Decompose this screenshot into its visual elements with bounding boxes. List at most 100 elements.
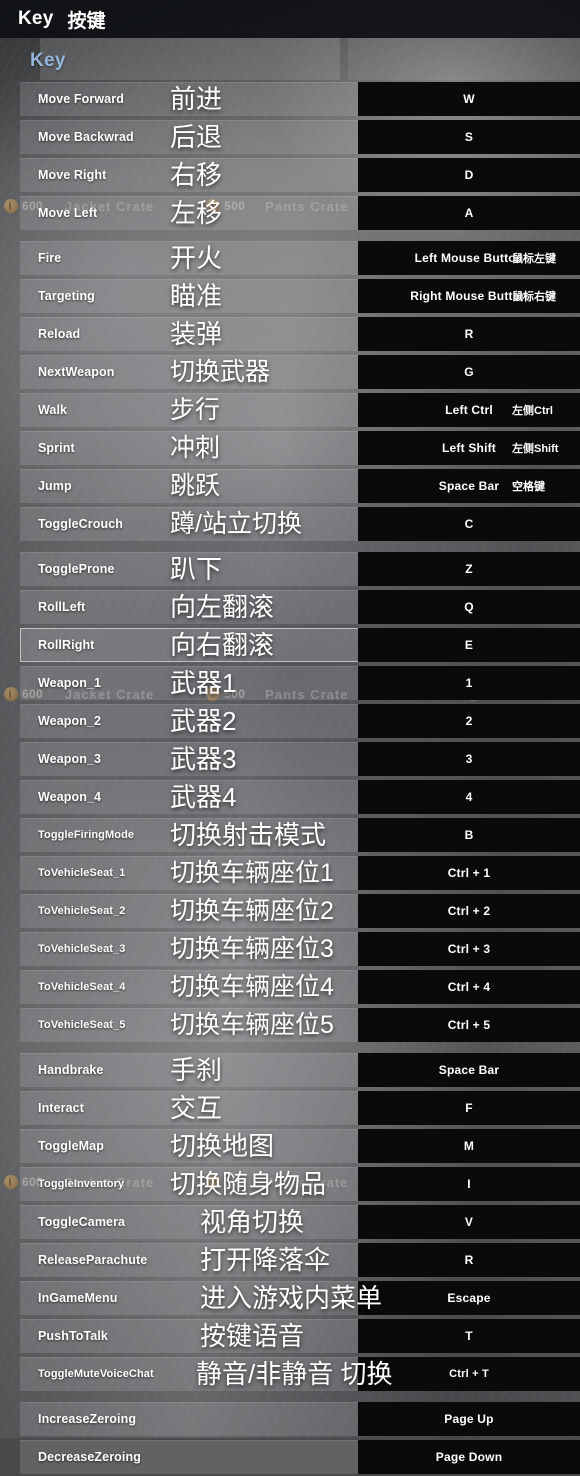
key-binding-row[interactable]: PushToTalk 按键语音 T xyxy=(0,1317,580,1355)
key-assignment-button[interactable]: Page Down xyxy=(358,1440,580,1474)
key-binding-row[interactable]: ToVehicleSeat_2 切换车辆座位2 Ctrl + 2 xyxy=(0,892,580,930)
key-binding-row[interactable]: ToggleInventory 切换随身物品 I xyxy=(0,1165,580,1203)
key-bindings-panel: Key Move Forward 前进 W Move Backwrad 后退 S Move … xyxy=(0,38,580,1474)
key-binding-row[interactable]: ToVehicleSeat_3 切换车辆座位3 Ctrl + 3 xyxy=(0,930,580,968)
key-binding-row[interactable]: Handbrake 手刹 Space Bar xyxy=(0,1051,580,1089)
key-assignment-button[interactable]: Escape xyxy=(358,1281,580,1315)
group-separator xyxy=(0,1393,580,1400)
key-binding-row[interactable]: Move Forward 前进 W xyxy=(0,80,580,118)
key-assignment-button[interactable]: B xyxy=(358,818,580,852)
key-binding-row[interactable]: InGameMenu 进入游戏内菜单 Escape xyxy=(0,1279,580,1317)
action-label: ToVehicleSeat_4 xyxy=(38,981,126,993)
translation-overlay: 手刹 xyxy=(170,1055,223,1085)
key-assignment-button[interactable]: Ctrl + 1 xyxy=(358,856,580,890)
key-binding-row[interactable]: Reload 装弹 R xyxy=(0,315,580,353)
key-binding-row[interactable]: ToggleMuteVoiceChat 静音/非静音 切换 Ctrl + T xyxy=(0,1355,580,1393)
key-binding-row[interactable]: ReleaseParachute 打开降落伞 R xyxy=(0,1241,580,1279)
key-binding-row[interactable]: ToggleProne 趴下 Z xyxy=(0,550,580,588)
translation-overlay: 切换地图 xyxy=(170,1131,275,1161)
key-binding-row[interactable]: ToggleCrouch 蹲/站立切换 C xyxy=(0,505,580,543)
key-binding-row[interactable]: Weapon_2 武器2 2 xyxy=(0,702,580,740)
key-assignment-button[interactable]: Page Up xyxy=(358,1402,580,1436)
key-binding-row[interactable]: Weapon_1 武器1 1 xyxy=(0,664,580,702)
key-assignment-button[interactable]: Ctrl + 3 xyxy=(358,932,580,966)
action-label: Move Forward xyxy=(38,92,124,106)
key-binding-row[interactable]: IncreaseZeroing Page Up xyxy=(0,1400,580,1438)
key-label: Ctrl + 4 xyxy=(447,980,491,994)
key-label: G xyxy=(464,365,474,379)
key-binding-row[interactable]: ToggleFiringMode 切换射击模式 B xyxy=(0,816,580,854)
key-translation-overlay: 鼠标左键 xyxy=(512,253,556,265)
key-assignment-button[interactable]: 3 xyxy=(358,742,580,776)
key-binding-row[interactable]: Fire 开火 Left Mouse Button 鼠标左键 xyxy=(0,239,580,277)
key-assignment-button[interactable]: S xyxy=(358,120,580,154)
action-label: ToggleCamera xyxy=(38,1215,126,1229)
key-binding-row[interactable]: DecreaseZeroing Page Down xyxy=(0,1438,580,1476)
key-assignment-button[interactable]: 2 xyxy=(358,704,580,738)
translation-overlay: 跳跃 xyxy=(170,471,221,500)
key-binding-row[interactable]: Targeting 瞄准 Right Mouse Button 鼠标右键 xyxy=(0,277,580,315)
key-assignment-button[interactable]: I xyxy=(358,1167,580,1201)
key-assignment-button[interactable]: Q xyxy=(358,590,580,624)
key-binding-row[interactable]: ToVehicleSeat_1 切换车辆座位1 Ctrl + 1 xyxy=(0,854,580,892)
key-assignment-button[interactable]: A xyxy=(358,196,580,230)
key-label: W xyxy=(463,92,475,106)
key-assignment-button[interactable]: G xyxy=(358,355,580,389)
key-assignment-button[interactable]: T xyxy=(358,1319,580,1353)
action-label: RollLeft xyxy=(38,600,86,614)
key-binding-row[interactable]: ToggleCamera 视角切换 V xyxy=(0,1203,580,1241)
key-assignment-button[interactable]: Space Bar xyxy=(358,1053,580,1087)
key-assignment-button[interactable]: 1 xyxy=(358,666,580,700)
translation-overlay: 向左翻滚 xyxy=(170,592,275,622)
key-assignment-button[interactable]: D xyxy=(358,158,580,192)
key-binding-row[interactable]: Weapon_4 武器4 4 xyxy=(0,778,580,816)
key-assignment-button[interactable]: F xyxy=(358,1091,580,1125)
key-binding-row[interactable]: RollRight 向右翻滚 E xyxy=(0,626,580,664)
translation-overlay: 切换车辆座位3 xyxy=(170,934,334,963)
translation-overlay: 后退 xyxy=(170,122,223,152)
translation-overlay: 静音/非静音 切换 xyxy=(196,1359,393,1389)
key-assignment-button[interactable]: Ctrl + 2 xyxy=(358,894,580,928)
key-assignment-button[interactable]: C xyxy=(358,507,580,541)
key-assignment-button[interactable]: 4 xyxy=(358,780,580,814)
key-label: I xyxy=(467,1177,471,1191)
key-assignment-button[interactable]: Ctrl + 5 xyxy=(358,1008,580,1042)
key-binding-row[interactable]: ToVehicleSeat_5 切换车辆座位5 Ctrl + 5 xyxy=(0,1006,580,1044)
key-assignment-button[interactable]: E xyxy=(358,628,580,662)
key-binding-row[interactable]: ToVehicleSeat_4 切换车辆座位4 Ctrl + 4 xyxy=(0,968,580,1006)
translation-overlay: 武器1 xyxy=(170,668,237,698)
key-assignment-button[interactable]: V xyxy=(358,1205,580,1239)
group-separator xyxy=(0,232,580,239)
action-label: ToVehicleSeat_1 xyxy=(38,867,126,879)
key-binding-row[interactable]: Interact 交互 F xyxy=(0,1089,580,1127)
key-label: Space Bar xyxy=(438,479,500,493)
key-binding-row[interactable]: Move Right 右移 D xyxy=(0,156,580,194)
page-title-en: Key xyxy=(18,8,54,29)
key-assignment-button[interactable]: Z xyxy=(358,552,580,586)
key-label: A xyxy=(464,206,474,220)
translation-overlay: 切换车辆座位5 xyxy=(170,1010,334,1039)
header-backdrop-left xyxy=(40,38,340,80)
key-assignment-button[interactable]: Ctrl + 4 xyxy=(358,970,580,1004)
key-label: Page Up xyxy=(444,1412,494,1426)
key-binding-row[interactable]: Move Backwrad 后退 S xyxy=(0,118,580,156)
key-binding-row[interactable]: Jump 跳跃 Space Bar 空格键 xyxy=(0,467,580,505)
key-binding-row[interactable]: Weapon_3 武器3 3 xyxy=(0,740,580,778)
key-binding-row[interactable]: Move Left 左移 A xyxy=(0,194,580,232)
key-assignment-button[interactable]: Space Bar xyxy=(358,469,580,503)
action-label: ReleaseParachute xyxy=(38,1253,148,1267)
key-binding-row[interactable]: Walk 步行 Left Ctrl 左侧Ctrl xyxy=(0,391,580,429)
key-label: Left Ctrl xyxy=(445,403,493,417)
action-label: Handbrake xyxy=(38,1063,104,1077)
key-binding-row[interactable]: RollLeft 向左翻滚 Q xyxy=(0,588,580,626)
key-binding-row[interactable]: NextWeapon 切换武器 G xyxy=(0,353,580,391)
key-binding-row[interactable]: Sprint 冲刺 Left Shift 左侧Shift xyxy=(0,429,580,467)
key-assignment-button[interactable]: W xyxy=(358,82,580,116)
action-label: ToggleMap xyxy=(38,1139,104,1153)
key-assignment-button[interactable]: R xyxy=(358,1243,580,1277)
key-assignment-button[interactable]: M xyxy=(358,1129,580,1163)
action-label: ToggleMuteVoiceChat xyxy=(38,1368,154,1380)
key-assignment-button[interactable]: R xyxy=(358,317,580,351)
column-header-key: Key xyxy=(30,50,66,71)
key-binding-row[interactable]: ToggleMap 切换地图 M xyxy=(0,1127,580,1165)
